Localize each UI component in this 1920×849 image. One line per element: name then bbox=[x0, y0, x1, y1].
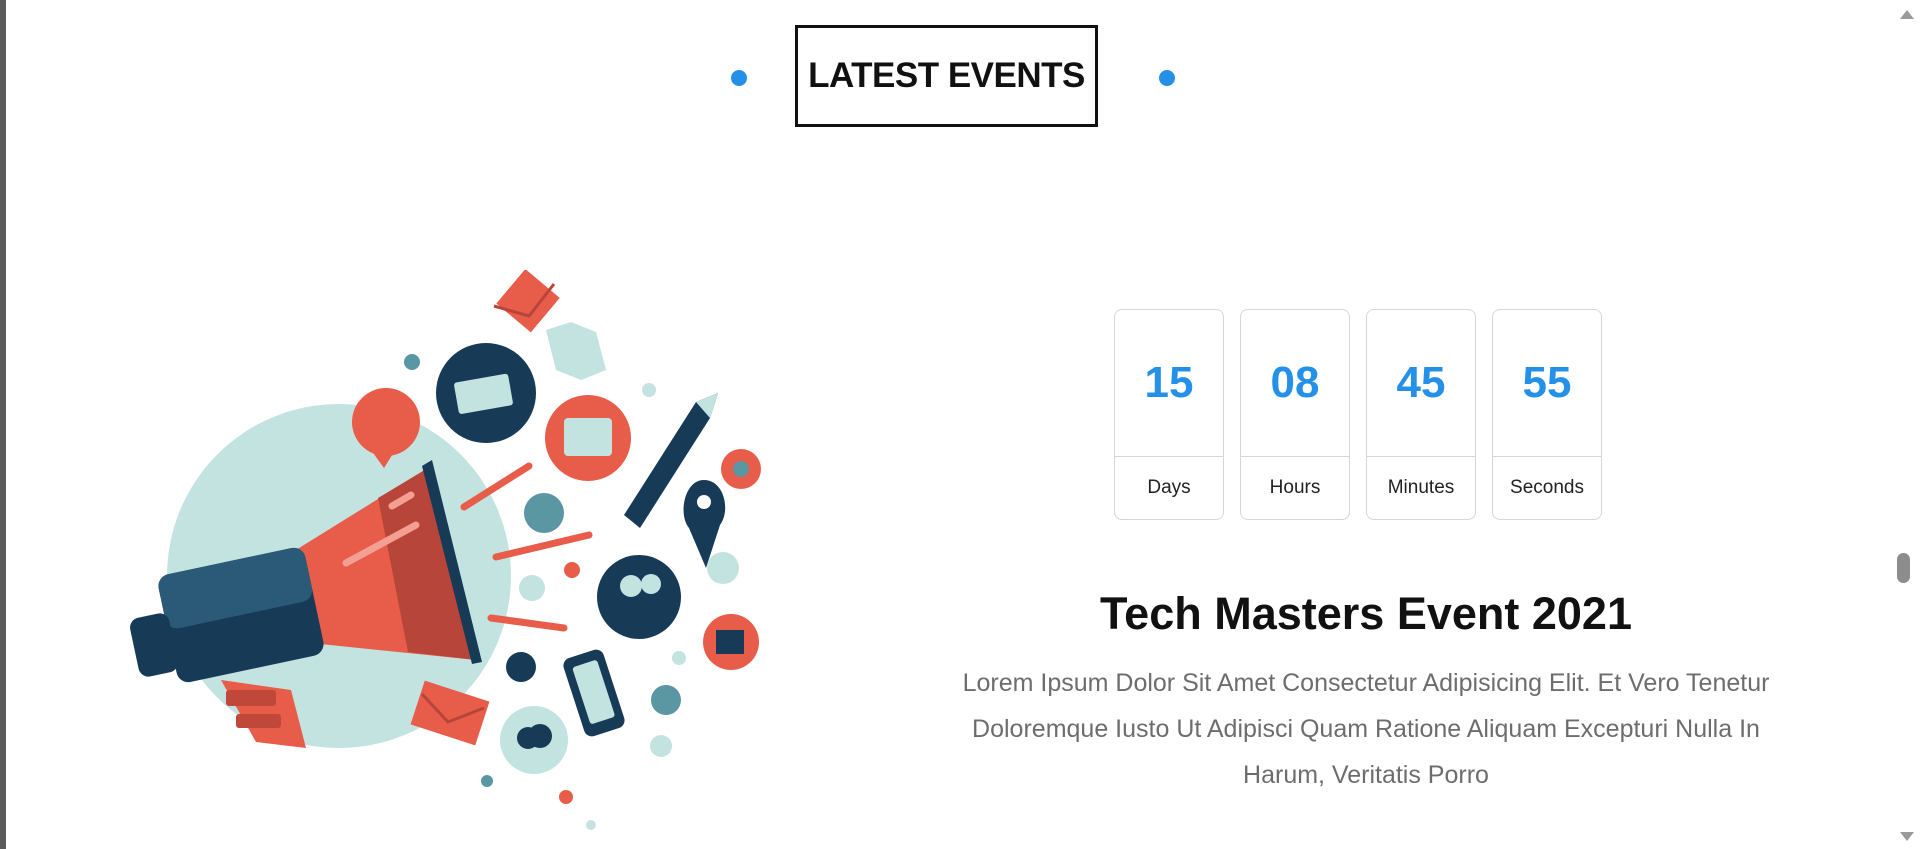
megaphone-illustration bbox=[130, 270, 761, 830]
title-right-dot bbox=[1159, 70, 1175, 86]
section-title-box: LATEST EVENTS bbox=[795, 25, 1098, 127]
title-left-dot bbox=[731, 70, 747, 86]
countdown-label: Seconds bbox=[1510, 477, 1584, 498]
megaphone-grip bbox=[226, 690, 276, 706]
scroll-down-arrow-icon[interactable] bbox=[1900, 832, 1914, 841]
envelope-bottom-icon bbox=[410, 680, 490, 746]
event-description: Lorem Ipsum Dolor Sit Amet Consectetur A… bbox=[962, 669, 1770, 789]
scroll-up-arrow-icon[interactable] bbox=[1900, 10, 1914, 19]
megaphone-grip-2 bbox=[236, 714, 281, 728]
countdown-timer: 15 Days 08 Hours 45 Minutes 55 Seconds bbox=[1114, 309, 1602, 520]
countdown-days: 15 Days bbox=[1114, 309, 1224, 520]
scroll-thumb[interactable] bbox=[1897, 553, 1910, 583]
page: LATEST EVENTS 15 Days 08 Hours 45 Minute… bbox=[6, 0, 1893, 849]
envelope-top-icon bbox=[496, 270, 560, 333]
event-title: Tech Masters Event 2021 bbox=[1100, 588, 1632, 639]
countdown-minutes: 45 Minutes bbox=[1366, 309, 1476, 520]
countdown-value: 08 bbox=[1241, 310, 1349, 457]
camera-icon bbox=[597, 555, 681, 639]
countdown-hours: 08 Hours bbox=[1240, 309, 1350, 520]
countdown-value: 15 bbox=[1115, 310, 1223, 457]
countdown-label: Minutes bbox=[1387, 477, 1455, 498]
vertical-scrollbar[interactable] bbox=[1893, 0, 1920, 849]
chat-bubble-icon bbox=[352, 388, 420, 456]
map-icon bbox=[546, 322, 606, 380]
countdown-seconds: 55 Seconds bbox=[1492, 309, 1602, 520]
countdown-label: Hours bbox=[1269, 477, 1321, 498]
section-title: LATEST EVENTS bbox=[808, 56, 1085, 95]
countdown-value: 45 bbox=[1367, 310, 1475, 457]
countdown-label: Days bbox=[1147, 477, 1191, 498]
countdown-value: 55 bbox=[1493, 310, 1601, 457]
teal-ball bbox=[524, 493, 564, 533]
